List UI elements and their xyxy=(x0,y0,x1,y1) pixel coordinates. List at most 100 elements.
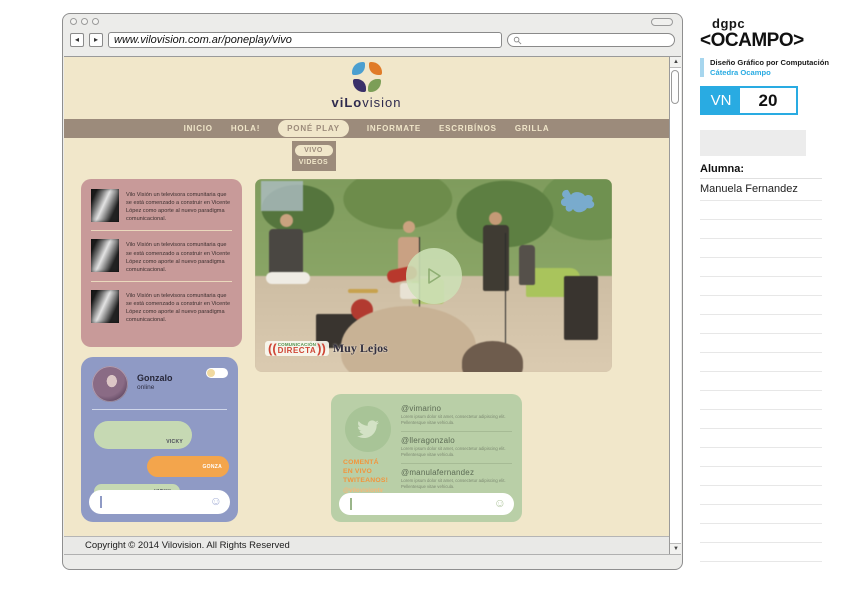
tweet[interactable]: @manulafernandez Lorem ipsum dolor sit a… xyxy=(401,468,512,491)
ruled-line xyxy=(700,277,822,296)
play-button[interactable] xyxy=(406,248,462,304)
nav-item-grilla[interactable]: GRILLA xyxy=(515,124,550,133)
nav-item-informate[interactable]: INFORMATE xyxy=(367,124,421,133)
comunicacion-directa-logo: (( COMUNICACIÓN DIRECTA )) xyxy=(265,341,329,356)
tweet-body: Lorem ipsum dolor sit amet, consectetur … xyxy=(401,446,512,459)
student-name: Manuela Fernandez xyxy=(700,179,822,201)
site-name: viLovision xyxy=(64,95,669,110)
cymbal xyxy=(348,289,378,293)
news-text: Vilo Visión un televisora comunitaria qu… xyxy=(126,290,232,324)
chat-status: online xyxy=(137,384,154,391)
news-item[interactable]: Vilo Visión un televisora comunitaria qu… xyxy=(91,189,232,223)
badge-paren-left: (( xyxy=(268,342,277,355)
petal-green xyxy=(368,79,381,92)
online-toggle[interactable] xyxy=(206,368,228,378)
news-thumbnail xyxy=(91,189,119,222)
divider xyxy=(401,463,512,464)
chat-message-input[interactable]: ☺ xyxy=(89,490,230,514)
petal-blue xyxy=(352,62,365,75)
ruled-line xyxy=(700,220,822,239)
emoji-icon[interactable]: ☺ xyxy=(494,497,506,510)
window-button-icon[interactable] xyxy=(81,18,88,25)
student-label: Alumna: xyxy=(700,163,822,179)
white-guitar xyxy=(266,272,310,284)
ruled-line xyxy=(700,448,822,467)
cta-line: EN VIVO xyxy=(343,467,399,476)
emoji-icon[interactable]: ☺ xyxy=(210,495,222,508)
singer-head xyxy=(489,212,502,225)
course-name: Diseño Gráfico por Computación xyxy=(710,58,832,67)
dropdown-item-videos[interactable]: VIDEOS xyxy=(295,159,333,166)
news-item[interactable]: Vilo Visión un televisora comunitaria qu… xyxy=(91,239,232,273)
scroll-down-icon[interactable]: ▼ xyxy=(670,543,681,554)
window-button-icon[interactable] xyxy=(70,18,77,25)
toggle-knob-icon xyxy=(207,369,215,377)
template-sidebar: dgpc <OCAMPO> Diseño Gráfico por Computa… xyxy=(700,16,832,562)
graffiti-logo-icon xyxy=(554,187,598,219)
ruled-line xyxy=(700,410,822,429)
site-logo[interactable]: viLovision xyxy=(64,62,669,110)
tweet-body: Lorem ipsum dolor sit amet, consectetur … xyxy=(401,414,512,427)
tweet-handle[interactable]: @vimarino xyxy=(401,404,512,413)
scroll-up-icon[interactable]: ▲ xyxy=(670,57,681,68)
tweet-handle[interactable]: @manulafernandez xyxy=(401,468,512,477)
news-text: Vilo Visión un televisora comunitaria qu… xyxy=(126,189,232,223)
ruled-line xyxy=(700,315,822,334)
search-input[interactable] xyxy=(507,33,675,47)
cta-line: TWITEANOS! xyxy=(343,476,399,485)
scrollbar-thumb[interactable] xyxy=(671,70,679,104)
scrollbar[interactable]: ▲ ▼ xyxy=(669,57,681,554)
window-button-icon[interactable] xyxy=(92,18,99,25)
browser-titlebar xyxy=(63,14,682,29)
ruled-line xyxy=(700,353,822,372)
petal-navy xyxy=(353,79,366,92)
window-widget-icon[interactable] xyxy=(651,18,673,26)
browser-window: ◂ ▸ www.vilovision.com.ar/poneplay/vivo xyxy=(62,13,683,570)
news-thumbnail xyxy=(91,290,119,323)
building xyxy=(261,181,303,211)
ocampo-logo: <OCAMPO> xyxy=(700,30,832,52)
design-board: ◂ ▸ www.vilovision.com.ar/poneplay/vivo xyxy=(0,0,842,595)
back-button[interactable]: ◂ xyxy=(70,33,84,47)
forward-button[interactable]: ▸ xyxy=(89,33,103,47)
ruled-line xyxy=(700,429,822,448)
ruled-line xyxy=(700,372,822,391)
text-caret-icon xyxy=(350,498,352,510)
badge-paren-right: )) xyxy=(317,342,326,355)
ruled-line xyxy=(700,543,822,562)
twitter-widget: COMENTÁ EN VIVO TWITEANOS! @vilovisiontv… xyxy=(331,394,522,522)
nav-item-pone-play-label: PONÉ PLAY xyxy=(287,124,340,133)
amp-right xyxy=(564,276,598,340)
ruled-line xyxy=(700,467,822,486)
mic-stand xyxy=(505,233,506,353)
divider xyxy=(92,409,227,410)
news-thumbnail xyxy=(91,239,119,272)
chair-name: Cátedra Ocampo xyxy=(710,68,832,77)
chat-message-sender: GONZA xyxy=(202,464,222,470)
text-caret-icon xyxy=(100,496,102,508)
avatar xyxy=(92,366,128,402)
chat-widget: Gonzalo online VICKY GONZA VICKY xyxy=(81,357,238,522)
nav-item-inicio[interactable]: INICIO xyxy=(184,124,213,133)
news-item[interactable]: Vilo Visión un televisora comunitaria qu… xyxy=(91,290,232,324)
guitarist-right xyxy=(519,245,535,285)
assignment-code-box: VN 20 xyxy=(700,86,798,115)
dropdown-item-vivo[interactable]: VIVO xyxy=(295,145,333,156)
window-controls[interactable] xyxy=(70,18,99,25)
nav-item-escribinos[interactable]: ESCRIBÍNOS xyxy=(439,124,497,133)
address-bar[interactable]: www.vilovision.com.ar/poneplay/vivo xyxy=(108,32,502,48)
cta-line: COMENTÁ xyxy=(343,458,399,467)
nav-item-pone-play[interactable]: PONÉ PLAY VIVO VIDEOS xyxy=(278,120,349,137)
placeholder-box xyxy=(700,130,806,156)
twitter-badge xyxy=(345,406,391,452)
video-player[interactable]: (( COMUNICACIÓN DIRECTA )) Muy Lejos xyxy=(255,179,612,372)
site-name-light: vision xyxy=(362,95,401,110)
tweet-input[interactable]: ☺ xyxy=(339,493,514,515)
main-nav: INICIO HOLA! PONÉ PLAY VIVO VIDEOS INFOR… xyxy=(64,119,669,138)
ruled-line xyxy=(700,296,822,315)
nav-item-hola[interactable]: HOLA! xyxy=(231,124,260,133)
tweet[interactable]: @lleragonzalo Lorem ipsum dolor sit amet… xyxy=(401,436,512,459)
ruled-line xyxy=(700,334,822,353)
tweet-handle[interactable]: @lleragonzalo xyxy=(401,436,512,445)
tweet[interactable]: @vimarino Lorem ipsum dolor sit amet, co… xyxy=(401,404,512,427)
